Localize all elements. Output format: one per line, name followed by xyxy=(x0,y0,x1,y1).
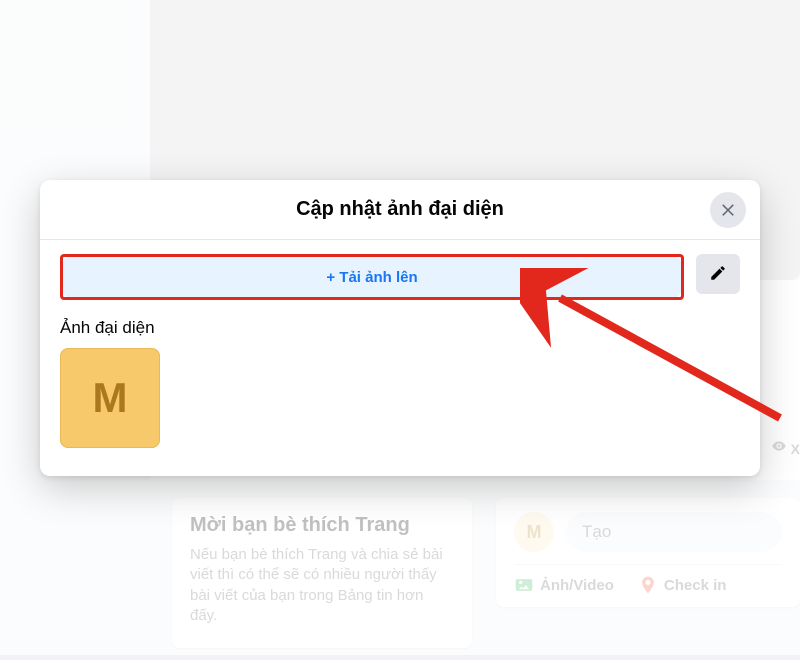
upload-photo-button[interactable]: + Tải ảnh lên xyxy=(63,257,681,297)
edit-button[interactable] xyxy=(696,254,740,294)
invite-friends-card: Mời bạn bè thích Trang Nếu bạn bè thích … xyxy=(172,498,472,648)
update-avatar-dialog: Cập nhật ảnh đại diện + Tải ảnh lên Ảnh … xyxy=(40,180,760,476)
photo-video-button[interactable]: Ảnh/Video xyxy=(514,575,614,595)
create-post-card: M Tạo Ảnh/Video Check in xyxy=(496,498,800,607)
photo-icon xyxy=(514,575,534,595)
eye-icon xyxy=(771,438,787,459)
divider xyxy=(514,564,782,565)
dialog-title: Cập nhật ảnh đại diện xyxy=(296,198,504,221)
avatar-thumbnail[interactable]: M xyxy=(60,348,160,448)
post-avatar-letter: M xyxy=(527,522,542,543)
avatar-section-label: Ảnh đại diện xyxy=(60,318,740,338)
location-icon xyxy=(638,575,658,595)
dialog-header: Cập nhật ảnh đại diện xyxy=(40,180,760,240)
view-as-badge[interactable]: X xyxy=(771,438,800,459)
photo-video-label: Ảnh/Video xyxy=(540,577,614,594)
upload-highlight-annotation: + Tải ảnh lên xyxy=(60,254,684,300)
invite-description: Nếu bạn bè thích Trang và chia sẻ bài vi… xyxy=(190,545,454,626)
create-post-input[interactable]: Tạo xyxy=(566,512,782,552)
create-post-placeholder: Tạo xyxy=(582,522,611,541)
check-in-label: Check in xyxy=(664,577,727,594)
view-as-text: X xyxy=(791,441,800,457)
close-button[interactable] xyxy=(710,192,746,228)
check-in-button[interactable]: Check in xyxy=(638,575,727,595)
post-avatar[interactable]: M xyxy=(514,512,554,552)
upload-photo-label: + Tải ảnh lên xyxy=(326,269,417,286)
close-icon xyxy=(719,200,737,221)
pencil-icon xyxy=(709,264,727,285)
avatar-letter: M xyxy=(93,374,128,422)
invite-title: Mời bạn bè thích Trang xyxy=(190,514,454,537)
